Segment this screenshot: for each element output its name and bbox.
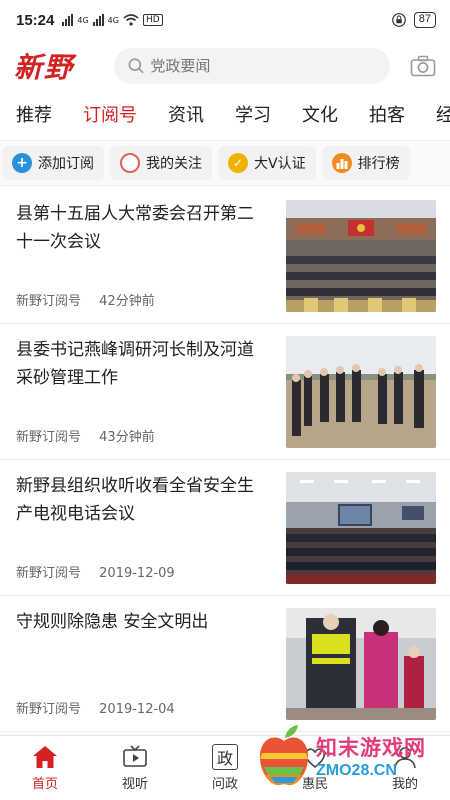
news-time: 43分钟前	[99, 430, 155, 445]
verified-v-label: 大V认证	[254, 156, 306, 172]
news-source: 新野订阅号	[16, 566, 82, 581]
watermark-text: 知末游戏网	[316, 736, 426, 760]
tv-icon	[123, 745, 147, 767]
news-thumbnail[interactable]	[286, 336, 436, 448]
my-follows-button[interactable]: 我的关注	[110, 146, 212, 180]
home-icon	[33, 746, 57, 768]
bar-chart-icon	[331, 153, 352, 173]
nav-wenzheng-label: 问政	[211, 777, 238, 792]
news-title[interactable]: 县委书记燕峰调研河长制及河道采砂管理工作	[16, 336, 270, 392]
news-time: 42分钟前	[99, 294, 155, 309]
ranking-button[interactable]: 排行榜	[321, 146, 410, 180]
nav-video-label: 视听	[121, 777, 148, 792]
news-item[interactable]: 新野县组织收听收看全省安全生产电视电话会议 新野订阅号 2019-12-09	[0, 460, 450, 596]
network-label-2: 4G	[107, 15, 119, 25]
verified-v-button[interactable]: ✓ 大V认证	[218, 146, 316, 180]
app-logo: 新野	[14, 51, 75, 84]
tab-paike[interactable]: 拍客	[369, 101, 405, 127]
tab-subscriptions[interactable]: 订阅号	[83, 101, 137, 127]
news-item[interactable]: 县第十五届人大常委会召开第二十一次会议 新野订阅号 42分钟前	[0, 188, 450, 324]
tab-recommend[interactable]: 推荐	[16, 101, 52, 127]
subscription-actions: + 添加订阅 我的关注 ✓ 大V认证 排行榜	[0, 140, 450, 186]
app-header: 新野	[0, 40, 450, 92]
news-meta: 新野订阅号 2019-12-04	[16, 698, 175, 717]
tab-study[interactable]: 学习	[235, 101, 271, 127]
my-follows-label: 我的关注	[146, 156, 202, 172]
check-badge-icon: ✓	[228, 153, 248, 173]
signal-icon	[92, 14, 104, 26]
news-item[interactable]: 县委书记燕峰调研河长制及河道采砂管理工作 新野订阅号 43分钟前	[0, 324, 450, 460]
wifi-icon	[123, 14, 139, 26]
nav-home-label: 首页	[31, 777, 58, 792]
lock-icon	[391, 13, 406, 27]
camera-icon[interactable]	[410, 55, 436, 77]
network-indicators: 4G 4G HD	[62, 14, 163, 26]
news-source: 新野订阅号	[16, 702, 82, 717]
site-watermark: 知末游戏网 ZMO28.CN	[256, 716, 446, 796]
news-title[interactable]: 县第十五届人大常委会召开第二十一次会议	[16, 200, 270, 256]
news-time: 2019-12-09	[99, 566, 175, 581]
circle-icon	[120, 153, 140, 173]
watermark-domain: ZMO28.CN	[316, 762, 397, 779]
news-source: 新野订阅号	[16, 294, 82, 309]
news-thumbnail[interactable]	[286, 200, 436, 312]
add-subscription-label: 添加订阅	[38, 156, 94, 172]
news-source: 新野订阅号	[16, 430, 82, 445]
tab-culture[interactable]: 文化	[302, 101, 338, 127]
news-item[interactable]: 守规则除隐患 安全文明出 新野订阅号 2019-12-04	[0, 596, 450, 732]
nav-home[interactable]: 首页	[0, 736, 90, 800]
signal-icon	[62, 14, 74, 26]
news-title[interactable]: 守规则除隐患 安全文明出	[16, 608, 270, 636]
ranking-label: 排行榜	[357, 156, 400, 172]
tab-economy[interactable]: 经	[436, 101, 450, 127]
wenzheng-icon: 政	[212, 744, 238, 770]
tab-news[interactable]: 资讯	[168, 101, 204, 127]
news-thumbnail[interactable]	[286, 608, 436, 720]
news-time: 2019-12-04	[99, 702, 175, 717]
network-label-1: 4G	[77, 15, 89, 25]
hd-label: HD	[142, 14, 163, 26]
news-title[interactable]: 新野县组织收听收看全省安全生产电视电话会议	[16, 472, 270, 528]
news-list: 县第十五届人大常委会召开第二十一次会议 新野订阅号 42分钟前 县委书记燕峰调研…	[0, 188, 450, 732]
battery-indicator: 87	[413, 12, 436, 28]
add-subscription-button[interactable]: + 添加订阅	[2, 146, 104, 180]
news-thumbnail[interactable]	[286, 472, 436, 584]
news-meta: 新野订阅号 43分钟前	[16, 426, 155, 445]
apple-logo-icon	[260, 725, 308, 786]
search-bar[interactable]	[114, 48, 390, 84]
status-bar: 15:24 4G 4G HD 87	[0, 0, 450, 40]
search-input[interactable]	[150, 57, 376, 75]
status-time: 15:24	[16, 11, 55, 29]
news-meta: 新野订阅号 42分钟前	[16, 290, 155, 309]
search-icon	[128, 58, 144, 74]
category-tabs: 推荐 订阅号 资讯 学习 文化 拍客 经	[0, 92, 450, 136]
plus-icon: +	[12, 153, 32, 173]
news-meta: 新野订阅号 2019-12-09	[16, 562, 175, 581]
nav-video[interactable]: 视听	[90, 736, 180, 800]
